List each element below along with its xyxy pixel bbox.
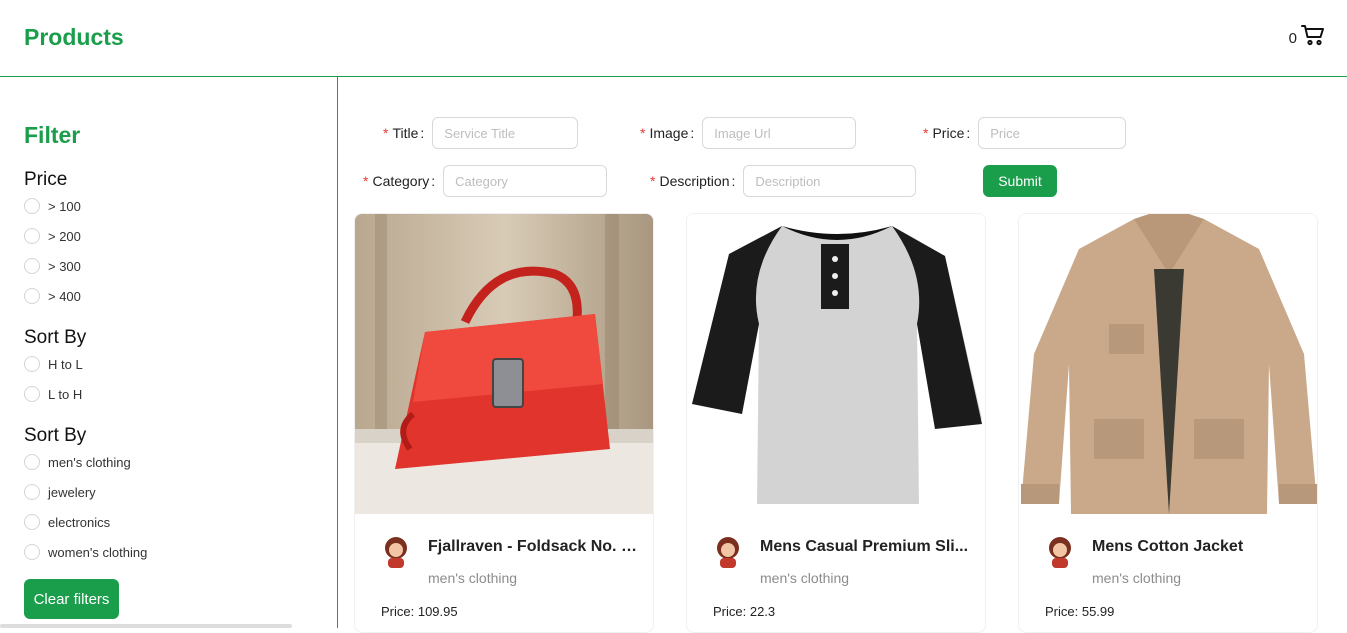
radio-circle[interactable] [24, 198, 40, 214]
option-label: women's clothing [48, 544, 148, 560]
category-option-womens-clothing[interactable]: women's clothing [24, 544, 147, 560]
radio-circle[interactable] [24, 386, 40, 402]
product-category: men's clothing [1092, 570, 1182, 586]
colon: : [966, 125, 971, 141]
product-card[interactable]: Mens Casual Premium Sli... men's clothin… [686, 213, 986, 633]
required-mark: * [640, 125, 646, 141]
option-label: L to H [48, 386, 83, 402]
filter-title: Filter [24, 122, 81, 148]
category-label: Category [372, 173, 430, 189]
required-mark: * [923, 125, 929, 141]
filter-sidebar: Filter Price > 100 > 200 > 300 > 400 Sor… [0, 77, 338, 628]
price-input[interactable] [978, 117, 1127, 149]
option-label: > 400 [48, 288, 81, 304]
required-mark: * [363, 173, 369, 189]
radio-circle[interactable] [24, 454, 40, 470]
raglan-tshirt-image [687, 214, 985, 514]
price-option-200[interactable]: > 200 [24, 228, 81, 244]
product-name[interactable]: Mens Cotton Jacket [1092, 538, 1302, 556]
page-title: Products [24, 24, 124, 50]
sort-option-l-to-h[interactable]: L to H [24, 386, 82, 402]
radio-circle[interactable] [24, 356, 40, 372]
cart-icon [1301, 24, 1324, 45]
radio-circle[interactable] [24, 258, 40, 274]
cart-button[interactable]: 0 [1289, 22, 1325, 47]
product-name[interactable]: Mens Casual Premium Sli... [760, 538, 970, 556]
image-form-item: * Image: [640, 117, 857, 149]
colon: : [420, 125, 425, 141]
product-category: men's clothing [760, 570, 850, 586]
cart-count: 0 [1288, 30, 1297, 47]
radio-circle[interactable] [24, 514, 40, 530]
product-price: Price: 22.3 [713, 604, 776, 619]
horizontal-scrollbar[interactable] [0, 624, 292, 628]
category-form-item: * Category: [363, 165, 608, 197]
required-mark: * [383, 125, 389, 141]
product-card[interactable]: Mens Cotton Jacket men's clothing Price:… [1018, 213, 1318, 633]
khaki-jacket-image [1019, 214, 1317, 514]
avatar [1049, 537, 1071, 568]
red-handbag-image [355, 214, 653, 514]
image-label: Image [649, 125, 689, 141]
required-mark: * [650, 173, 656, 189]
clear-filters-button[interactable]: Clear filters [24, 579, 119, 619]
title-label: Title [392, 125, 419, 141]
category-option-mens-clothing[interactable]: men's clothing [24, 454, 131, 470]
radio-circle[interactable] [24, 228, 40, 244]
option-label: > 300 [48, 258, 81, 274]
option-label: H to L [48, 356, 83, 372]
submit-button[interactable]: Submit [983, 165, 1057, 197]
colon: : [690, 125, 695, 141]
option-label: > 100 [48, 198, 81, 214]
product-price: Price: 55.99 [1045, 604, 1115, 619]
description-label: Description [659, 173, 730, 189]
description-input[interactable] [743, 165, 917, 197]
category-input[interactable] [443, 165, 608, 197]
radio-circle[interactable] [24, 544, 40, 560]
avatar [385, 537, 407, 568]
product-category: men's clothing [428, 570, 518, 586]
title-input[interactable] [432, 117, 579, 149]
option-label: men's clothing [48, 454, 131, 470]
title-form-item: * Title: [383, 117, 579, 149]
product-price: Price: 109.95 [381, 604, 458, 619]
option-label: > 200 [48, 228, 81, 244]
colon: : [431, 173, 436, 189]
option-label: electronics [48, 514, 111, 530]
price-option-400[interactable]: > 400 [24, 288, 81, 304]
product-card[interactable]: Fjallraven - Foldsack No. 1... men's clo… [354, 213, 654, 633]
price-option-100[interactable]: > 100 [24, 198, 81, 214]
image-url-input[interactable] [702, 117, 857, 149]
sort-heading: Sort By [24, 327, 87, 348]
price-option-300[interactable]: > 300 [24, 258, 81, 274]
category-option-electronics[interactable]: electronics [24, 514, 110, 530]
radio-circle[interactable] [24, 288, 40, 304]
price-form-item: * Price: [923, 117, 1127, 149]
top-header: Products 0 [0, 0, 1347, 77]
price-label: Price [932, 125, 965, 141]
description-form-item: * Description: [650, 165, 917, 197]
colon: : [731, 173, 736, 189]
price-heading: Price [24, 169, 68, 190]
option-label: jewelery [48, 484, 96, 500]
radio-circle[interactable] [24, 484, 40, 500]
avatar [717, 537, 739, 568]
category-option-jewelery[interactable]: jewelery [24, 484, 96, 500]
product-name[interactable]: Fjallraven - Foldsack No. 1... [428, 538, 638, 556]
category-heading: Sort By [24, 425, 87, 446]
sort-option-h-to-l[interactable]: H to L [24, 356, 83, 372]
